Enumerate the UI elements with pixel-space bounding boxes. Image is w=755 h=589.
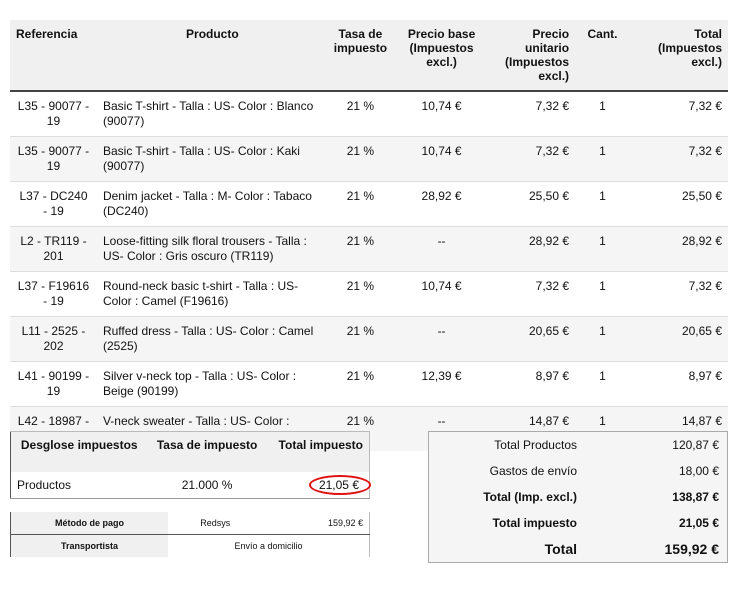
line-tax: 21 % bbox=[327, 136, 394, 182]
line-product: Round-neck basic t-shirt - Talla : US- C… bbox=[96, 271, 328, 317]
line-total: 7,32 € bbox=[630, 90, 728, 137]
col-header-unit-price: Precio unitario (Impuestos excl.) bbox=[490, 20, 576, 91]
line-base-price: -- bbox=[393, 316, 491, 362]
line-reference: L35 - 90077 - 19 bbox=[10, 136, 97, 182]
line-base-price: 28,92 € bbox=[393, 181, 491, 227]
line-qty: 1 bbox=[575, 271, 630, 317]
line-product: Ruffed dress - Talla : US- Color : Camel… bbox=[96, 316, 328, 362]
line-unit-price: 8,97 € bbox=[490, 361, 576, 407]
line-qty: 1 bbox=[575, 136, 630, 182]
col-header-reference: Referencia bbox=[10, 20, 97, 91]
shipping-label: Gastos de envío bbox=[489, 464, 577, 478]
line-tax: 21 % bbox=[327, 181, 394, 227]
table-row: L35 - 90077 - 19 Basic T-shirt - Talla : … bbox=[10, 136, 728, 182]
total-products-value: 120,87 € bbox=[672, 438, 719, 452]
line-tax: 21 % bbox=[327, 361, 394, 407]
line-total: 20,65 € bbox=[630, 316, 728, 362]
line-tax: 21 % bbox=[327, 90, 394, 137]
table-row: L35 - 90077 - 19 Basic T-shirt - Talla : … bbox=[10, 90, 728, 137]
line-product: Silver v-neck top - Talla : US- Color : … bbox=[96, 361, 328, 407]
line-reference: L35 - 90077 - 19 bbox=[10, 90, 97, 137]
line-product: Loose-fitting silk floral trousers - Tal… bbox=[96, 226, 328, 272]
line-reference: L2 - TR119 - 201 bbox=[10, 226, 97, 272]
col-header-base-price: Precio base (Impuestos excl.) bbox=[393, 20, 491, 91]
total-tax-value: 21,05 € bbox=[678, 516, 719, 530]
line-base-price: 10,74 € bbox=[393, 136, 491, 182]
line-unit-price: 25,50 € bbox=[490, 181, 576, 227]
totals-table: Total Productos 120,87 € Gastos de envío 1… bbox=[428, 431, 728, 563]
line-base-price: 12,39 € bbox=[393, 361, 491, 407]
table-row: L11 - 2525 - 202 Ruffed dress - Talla : U… bbox=[10, 316, 728, 362]
payment-method-value: Redsys bbox=[168, 512, 263, 535]
tax-row-rate: 21.000 % bbox=[181, 478, 233, 492]
line-unit-price: 7,32 € bbox=[490, 90, 576, 137]
payment-amount: 159,92 € bbox=[262, 512, 370, 535]
tax-row-total-circled: 21,05 € bbox=[308, 475, 371, 495]
grand-total-value: 159,92 € bbox=[664, 541, 720, 557]
line-unit-price: 20,65 € bbox=[490, 316, 576, 362]
line-qty: 1 bbox=[575, 361, 630, 407]
grand-total-label: Total bbox=[544, 541, 577, 557]
line-qty: 1 bbox=[575, 226, 630, 272]
tax-breakdown-table: Desglose impuestos Tasa de impuesto Tota… bbox=[10, 431, 371, 499]
total-excl-value: 138,87 € bbox=[672, 490, 719, 504]
line-total: 28,92 € bbox=[630, 226, 728, 272]
line-tax: 21 % bbox=[327, 271, 394, 317]
line-tax: 21 % bbox=[327, 226, 394, 272]
line-qty: 1 bbox=[575, 181, 630, 227]
carrier-label: Transportista bbox=[10, 534, 168, 557]
line-product: Denim jacket - Talla : M- Color : Tabaco… bbox=[96, 181, 328, 227]
total-products-label: Total Productos bbox=[494, 438, 577, 452]
table-row: L2 - TR119 - 201 Loose-fitting silk flora… bbox=[10, 226, 728, 272]
line-reference: L11 - 2525 - 202 bbox=[10, 316, 97, 362]
col-header-product: Producto bbox=[96, 20, 328, 91]
line-qty: 1 bbox=[575, 90, 630, 137]
order-lines-table: Referencia Producto Tasa de impuesto Pre… bbox=[10, 20, 728, 451]
line-qty: 1 bbox=[575, 316, 630, 362]
line-base-price: 10,74 € bbox=[393, 271, 491, 317]
line-product: Basic T-shirt - Talla : US- Color : Blan… bbox=[96, 90, 328, 137]
tax-header-total: Total impuesto bbox=[266, 431, 370, 472]
line-reference: L37 - DC240 - 19 bbox=[10, 181, 97, 227]
line-total: 25,50 € bbox=[630, 181, 728, 227]
payment-method-label: Método de pago bbox=[10, 512, 168, 535]
table-row: L37 - DC240 - 19 Denim jacket - Talla : M… bbox=[10, 181, 728, 227]
line-reference: L41 - 90199 - 19 bbox=[10, 361, 97, 407]
payment-table: Método de pago Redsys 159,92 € Transport… bbox=[10, 512, 370, 557]
tax-row-label: Productos bbox=[17, 478, 72, 492]
col-header-total: Total (Impuestos excl.) bbox=[630, 20, 728, 91]
line-total: 8,97 € bbox=[630, 361, 728, 407]
line-unit-price: 28,92 € bbox=[490, 226, 576, 272]
line-base-price: -- bbox=[393, 226, 491, 272]
tax-header-rate: Tasa de impuesto bbox=[147, 431, 267, 472]
line-product: Basic T-shirt - Talla : US- Color : Kaki… bbox=[96, 136, 328, 182]
col-header-qty: Cant. bbox=[575, 20, 630, 91]
line-reference: L37 - F19616 - 19 bbox=[10, 271, 97, 317]
col-header-tax: Tasa de impuesto bbox=[327, 20, 394, 91]
table-row: L41 - 90199 - 19 Silver v-neck top - Tall… bbox=[10, 361, 728, 407]
line-total: 7,32 € bbox=[630, 271, 728, 317]
line-total: 7,32 € bbox=[630, 136, 728, 182]
shipping-value: 18,00 € bbox=[678, 464, 719, 478]
tax-header-breakdown: Desglose impuestos bbox=[10, 431, 148, 472]
carrier-value: Envío a domicilio bbox=[234, 541, 303, 551]
line-base-price: 10,74 € bbox=[393, 90, 491, 137]
line-tax: 21 % bbox=[327, 316, 394, 362]
line-unit-price: 7,32 € bbox=[490, 271, 576, 317]
table-row: L37 - F19616 - 19 Round-neck basic t-shir… bbox=[10, 271, 728, 317]
line-unit-price: 7,32 € bbox=[490, 136, 576, 182]
total-excl-label: Total (Imp. excl.) bbox=[483, 490, 577, 504]
total-tax-label: Total impuesto bbox=[492, 516, 577, 530]
